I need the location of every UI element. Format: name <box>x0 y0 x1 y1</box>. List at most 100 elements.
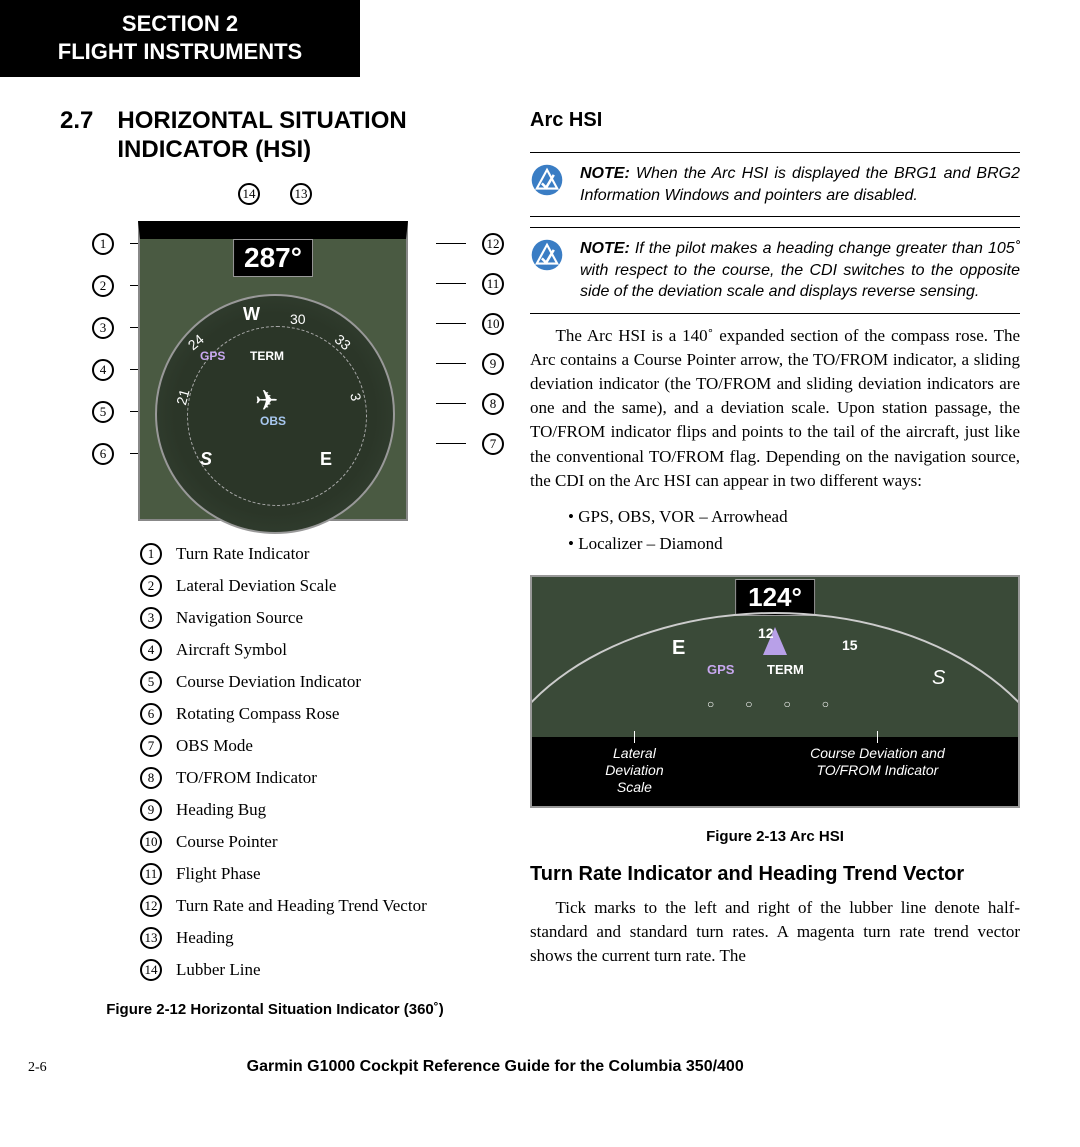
legend-text: Lateral Deviation Scale <box>176 576 336 596</box>
note-2-text: NOTE: If the pilot makes a heading chang… <box>580 238 1020 303</box>
legend-num: 14 <box>140 959 162 981</box>
legend-num: 12 <box>140 895 162 917</box>
annot-right: Course Deviation and TO/FROM Indicator <box>810 745 945 795</box>
legend-text: Navigation Source <box>176 608 303 628</box>
note-1-text: NOTE: When the Arc HSI is displayed the … <box>580 163 1020 206</box>
legend-text: OBS Mode <box>176 736 253 756</box>
page-number: 2-6 <box>28 1060 47 1076</box>
callouts-top: 14 13 <box>60 183 490 205</box>
annot-left: Lateral Deviation Scale <box>605 745 663 795</box>
callout-3: 3 <box>92 317 114 339</box>
hsi-instrument: 287° W 30 33 24 21 S E 3 GPS TERM OBS ✈ <box>138 221 408 521</box>
hsi-gps-label: GPS <box>200 349 225 363</box>
legend-num: 7 <box>140 735 162 757</box>
note-icon <box>530 238 564 272</box>
arc-heading-value: 124° <box>735 579 815 616</box>
callout-7: 7 <box>482 433 504 455</box>
legend-text: Course Pointer <box>176 832 278 852</box>
callout-14: 14 <box>238 183 260 205</box>
callout-1: 1 <box>92 233 114 255</box>
page-content: 2.7 HORIZONTAL SITUATION INDICATOR (HSI)… <box>0 77 1080 1038</box>
callout-13: 13 <box>290 183 312 205</box>
legend-row: 13 Heading <box>140 927 490 949</box>
arc-12: 12 <box>758 625 774 641</box>
callout-11: 11 <box>482 273 504 295</box>
legend-row: 12 Turn Rate and Heading Trend Vector <box>140 895 490 917</box>
legend-num: 8 <box>140 767 162 789</box>
aircraft-icon: ✈ <box>255 384 278 418</box>
note-icon <box>530 163 564 197</box>
heading-number: 2.7 <box>60 107 93 135</box>
hsi-term-label: TERM <box>250 349 284 363</box>
note-block-2: NOTE: If the pilot makes a heading chang… <box>530 227 1020 314</box>
legend-num: 3 <box>140 607 162 629</box>
heading-title: HORIZONTAL SITUATION INDICATOR (HSI) <box>117 107 490 165</box>
callouts-right: 12 11 10 9 8 7 <box>436 233 504 455</box>
legend-row: 9 Heading Bug <box>140 799 490 821</box>
legend-text: Lubber Line <box>176 960 261 980</box>
legend-text: Course Deviation Indicator <box>176 672 361 692</box>
compass-s: S <box>200 449 212 470</box>
arc-s: S <box>932 667 945 690</box>
legend-num: 13 <box>140 927 162 949</box>
page-footer: 2-6 Garmin G1000 Cockpit Reference Guide… <box>0 1038 1080 1106</box>
arc-term: TERM <box>767 662 804 677</box>
legend-row: 3 Navigation Source <box>140 607 490 629</box>
legend-num: 11 <box>140 863 162 885</box>
callout-4: 4 <box>92 359 114 381</box>
section-line2: FLIGHT INSTRUMENTS <box>20 38 340 66</box>
arc-gps: GPS <box>707 662 734 677</box>
legend-num: 4 <box>140 639 162 661</box>
turn-rate-heading: Turn Rate Indicator and Heading Trend Ve… <box>530 863 1020 886</box>
callout-10: 10 <box>482 313 504 335</box>
note-block-1: NOTE: When the Arc HSI is displayed the … <box>530 152 1020 217</box>
legend-text: Heading Bug <box>176 800 266 820</box>
section-header: SECTION 2 FLIGHT INSTRUMENTS <box>0 0 360 77</box>
legend-num: 2 <box>140 575 162 597</box>
left-column: 2.7 HORIZONTAL SITUATION INDICATOR (HSI)… <box>60 107 490 1018</box>
figure-left-caption: Figure 2-12 Horizontal Situation Indicat… <box>60 1001 490 1018</box>
callout-12: 12 <box>482 233 504 255</box>
hsi-heading: 287° <box>233 239 313 277</box>
legend-row: 6Rotating Compass Rose <box>140 703 490 725</box>
figure-right-caption: Figure 2-13 Arc HSI <box>530 828 1020 845</box>
legend-text: TO/FROM Indicator <box>176 768 317 788</box>
arc-instrument: 124° 12 E 15 S GPS TERM ○ ○ ○ ○ <box>532 577 1018 737</box>
callout-8: 8 <box>482 393 504 415</box>
section-line1: SECTION 2 <box>20 10 340 38</box>
legend-text: Rotating Compass Rose <box>176 704 339 724</box>
legend-row: 5 Course Deviation Indicator <box>140 671 490 693</box>
legend-row: 8 TO/FROM Indicator <box>140 767 490 789</box>
deviation-scale: ○ ○ ○ ○ <box>532 697 1018 712</box>
arc-hsi-heading: Arc HSI <box>530 109 1020 132</box>
legend-row: 2 Lateral Deviation Scale <box>140 575 490 597</box>
hsi-figure: 14 13 1 2 3 4 5 6 287° W 30 33 24 21 <box>60 183 490 523</box>
legend-row: 4 Aircraft Symbol <box>140 639 490 661</box>
compass-w: W <box>243 304 260 325</box>
turn-rate-paragraph: Tick marks to the left and right of the … <box>530 896 1020 968</box>
legend-row: 11 Flight Phase <box>140 863 490 885</box>
legend-num: 5 <box>140 671 162 693</box>
legend-text: Flight Phase <box>176 864 261 884</box>
legend-text: Heading <box>176 928 234 948</box>
bullet-list: GPS, OBS, VOR – Arrowhead Localizer – Di… <box>568 503 1020 557</box>
legend-text: Turn Rate Indicator <box>176 544 309 564</box>
compass-e: E <box>320 449 332 470</box>
bullet-1: GPS, OBS, VOR – Arrowhead <box>568 503 1020 530</box>
legend-text: Turn Rate and Heading Trend Vector <box>176 896 427 916</box>
compass-30: 30 <box>290 311 306 327</box>
arc-figure: 124° 12 E 15 S GPS TERM ○ ○ ○ ○ Lateral … <box>530 575 1020 807</box>
legend-row: 14 Lubber Line <box>140 959 490 981</box>
arc-body-paragraph: The Arc HSI is a 140˚ expanded section o… <box>530 324 1020 493</box>
callout-9: 9 <box>482 353 504 375</box>
legend-text: Aircraft Symbol <box>176 640 287 660</box>
legend-num: 10 <box>140 831 162 853</box>
right-column: Arc HSI NOTE: When the Arc HSI is displa… <box>530 107 1020 1018</box>
legend-num: 9 <box>140 799 162 821</box>
arc-annotations: Lateral Deviation Scale Course Deviation… <box>532 737 1018 805</box>
callout-5: 5 <box>92 401 114 423</box>
legend: 1Turn Rate Indicator2Lateral Deviation S… <box>140 543 490 981</box>
legend-row: 10 Course Pointer <box>140 831 490 853</box>
arc-15: 15 <box>842 637 858 653</box>
footer-title: Garmin G1000 Cockpit Reference Guide for… <box>247 1058 744 1076</box>
